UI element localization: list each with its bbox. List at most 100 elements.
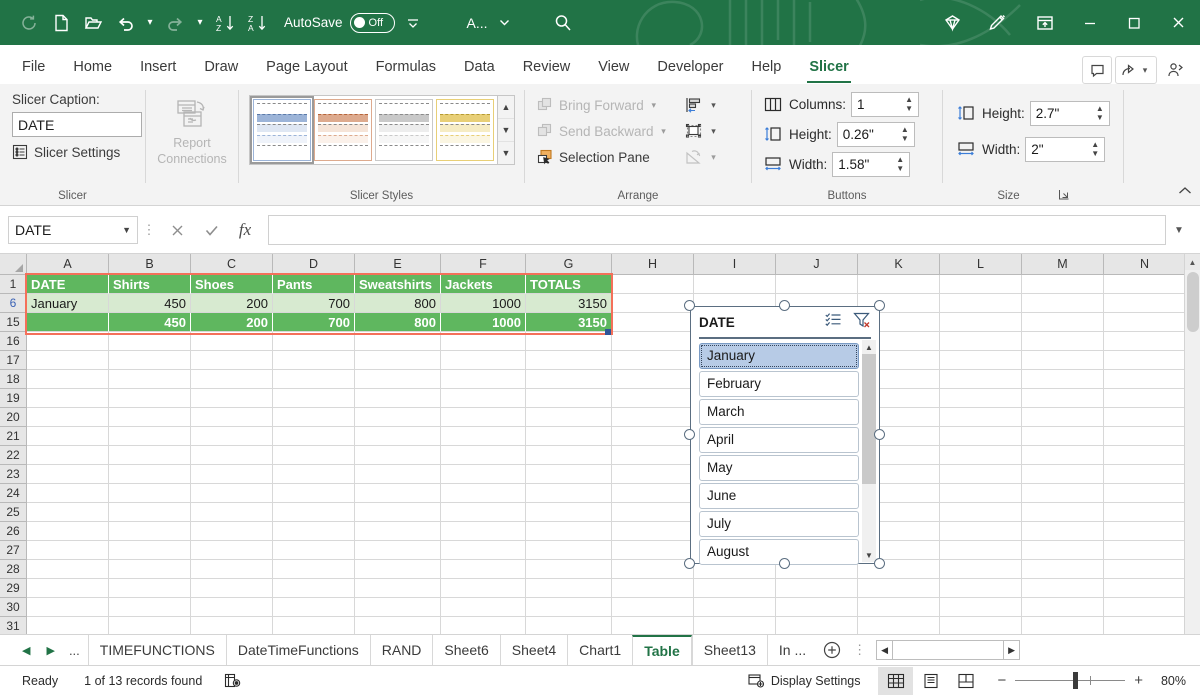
cell-H26[interactable]	[612, 522, 694, 541]
row-header-19[interactable]: 19	[0, 389, 27, 408]
row-header-21[interactable]: 21	[0, 427, 27, 446]
cell-E1[interactable]: Sweatshirts	[355, 275, 441, 294]
cell-D23[interactable]	[273, 465, 355, 484]
name-box[interactable]: DATE ▼	[8, 216, 138, 244]
cell-F28[interactable]	[441, 560, 526, 579]
record-macro-icon[interactable]	[202, 673, 241, 688]
formula-input[interactable]	[268, 215, 1166, 245]
autosave-control[interactable]: AutoSave Off	[284, 13, 395, 33]
cell-A29[interactable]	[27, 579, 109, 598]
cell-L6[interactable]	[940, 294, 1022, 313]
cell-L21[interactable]	[940, 427, 1022, 446]
ribbon-display-options-icon[interactable]	[1021, 0, 1068, 45]
cell-G24[interactable]	[526, 484, 612, 503]
column-header-K[interactable]: K	[858, 254, 940, 275]
hscroll-track[interactable]	[893, 640, 1003, 660]
cell-N23[interactable]	[1104, 465, 1186, 484]
cell-G29[interactable]	[526, 579, 612, 598]
autosave-refresh-icon[interactable]	[14, 8, 44, 38]
autosave-toggle[interactable]: Off	[350, 13, 395, 33]
select-all-corner[interactable]	[0, 254, 27, 275]
collapse-ribbon-icon[interactable]	[1178, 184, 1192, 199]
sort-ascending-icon[interactable]: AZ	[210, 8, 240, 38]
button-width-spin-arrows[interactable]: ▲▼	[893, 153, 907, 176]
cell-M19[interactable]	[1022, 389, 1104, 408]
row-header-16[interactable]: 16	[0, 332, 27, 351]
slicer-handle-sw[interactable]	[684, 558, 695, 569]
cell-B6[interactable]: 450	[109, 294, 191, 313]
cell-C17[interactable]	[191, 351, 273, 370]
cell-A20[interactable]	[27, 408, 109, 427]
cell-M17[interactable]	[1022, 351, 1104, 370]
cell-I30[interactable]	[694, 598, 776, 617]
cell-I1[interactable]	[694, 275, 776, 294]
cell-D20[interactable]	[273, 408, 355, 427]
column-header-N[interactable]: N	[1104, 254, 1186, 275]
cell-L24[interactable]	[940, 484, 1022, 503]
column-header-F[interactable]: F	[441, 254, 526, 275]
horizontal-scrollbar[interactable]: ◀ ▶	[876, 640, 1020, 661]
cell-C31[interactable]	[191, 617, 273, 634]
cell-E27[interactable]	[355, 541, 441, 560]
zoom-out-button[interactable]: −	[997, 672, 1006, 689]
enter-icon[interactable]	[194, 215, 228, 245]
slicer-scroll-thumb[interactable]	[862, 354, 876, 484]
tab-data[interactable]: Data	[450, 50, 509, 84]
slicer-styles-gallery[interactable]	[249, 95, 498, 165]
column-header-M[interactable]: M	[1022, 254, 1104, 275]
sheet-tab-rand[interactable]: RAND	[370, 635, 433, 666]
report-connections-button[interactable]: Report Connections	[151, 94, 233, 166]
tab-page-layout[interactable]: Page Layout	[252, 50, 361, 84]
cell-L22[interactable]	[940, 446, 1022, 465]
slicer-item-february[interactable]: February	[699, 371, 859, 397]
cell-N6[interactable]	[1104, 294, 1186, 313]
cell-G30[interactable]	[526, 598, 612, 617]
cell-F18[interactable]	[441, 370, 526, 389]
cell-L28[interactable]	[940, 560, 1022, 579]
cell-F31[interactable]	[441, 617, 526, 634]
size-height-spin-arrows[interactable]: ▲▼	[1093, 102, 1107, 125]
slicer-item-april[interactable]: April	[699, 427, 859, 453]
cell-B21[interactable]	[109, 427, 191, 446]
undo-dropdown-icon[interactable]: ▾	[142, 9, 158, 37]
cell-G31[interactable]	[526, 617, 612, 634]
cell-L30[interactable]	[940, 598, 1022, 617]
cell-G25[interactable]	[526, 503, 612, 522]
size-width-spinner[interactable]: 2" ▲▼	[1025, 137, 1105, 162]
slicer-item-january[interactable]: January	[699, 343, 859, 369]
column-header-G[interactable]: G	[526, 254, 612, 275]
cell-N20[interactable]	[1104, 408, 1186, 427]
cell-B31[interactable]	[109, 617, 191, 634]
cell-N27[interactable]	[1104, 541, 1186, 560]
sheet-overflow-icon[interactable]: ...	[69, 643, 80, 658]
cell-D24[interactable]	[273, 484, 355, 503]
cell-F19[interactable]	[441, 389, 526, 408]
cell-G27[interactable]	[526, 541, 612, 560]
cell-M16[interactable]	[1022, 332, 1104, 351]
cell-E29[interactable]	[355, 579, 441, 598]
cell-A21[interactable]	[27, 427, 109, 446]
cell-A31[interactable]	[27, 617, 109, 634]
cell-G15[interactable]: 3150	[526, 313, 612, 332]
cell-M27[interactable]	[1022, 541, 1104, 560]
cell-H18[interactable]	[612, 370, 694, 389]
row-header-1[interactable]: 1	[0, 275, 27, 294]
cell-A27[interactable]	[27, 541, 109, 560]
cell-H15[interactable]	[612, 313, 694, 332]
column-header-H[interactable]: H	[612, 254, 694, 275]
cell-H31[interactable]	[612, 617, 694, 634]
cell-A30[interactable]	[27, 598, 109, 617]
add-sheet-button[interactable]	[817, 641, 847, 659]
cell-H1[interactable]	[612, 275, 694, 294]
sheet-tab-sheet4[interactable]: Sheet4	[500, 635, 567, 666]
slicer-caption-input[interactable]: DATE	[12, 112, 142, 137]
slicer-item-june[interactable]: June	[699, 483, 859, 509]
insert-function-icon[interactable]: fx	[228, 215, 262, 245]
previous-sheet-icon[interactable]: ◀	[22, 644, 30, 657]
hscroll-right-icon[interactable]: ▶	[1003, 640, 1020, 660]
sheet-tab-datetimefunctions[interactable]: DateTimeFunctions	[226, 635, 370, 666]
next-sheet-icon[interactable]: ▶	[46, 644, 54, 657]
tab-insert[interactable]: Insert	[126, 50, 190, 84]
slicer-item-may[interactable]: May	[699, 455, 859, 481]
row-header-17[interactable]: 17	[0, 351, 27, 370]
